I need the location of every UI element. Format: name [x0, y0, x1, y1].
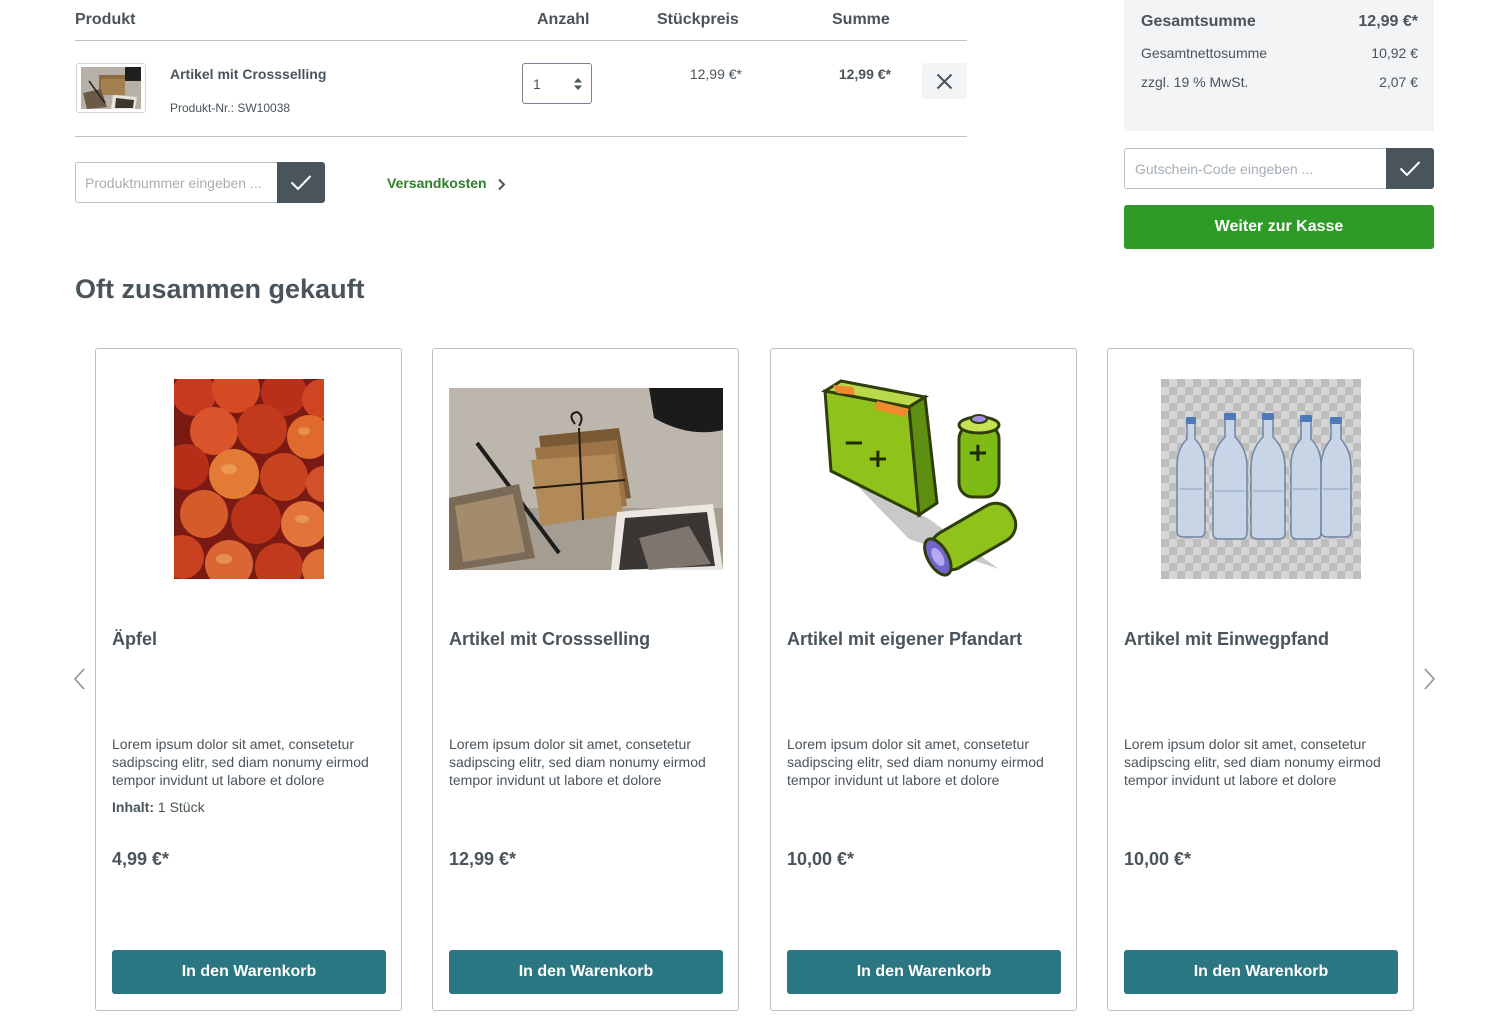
- product-description: Lorem ipsum dolor sit amet, consetetur s…: [449, 736, 706, 788]
- add-to-cart-button[interactable]: In den Warenkorb: [787, 950, 1061, 994]
- close-icon: [936, 73, 953, 90]
- cart-table-header: Produkt Anzahl Stückpreis Summe: [75, 0, 967, 41]
- product-description: Lorem ipsum dolor sit amet, consetetur s…: [1124, 736, 1381, 788]
- add-to-cart-button[interactable]: In den Warenkorb: [1124, 950, 1398, 994]
- checkout-button[interactable]: Weiter zur Kasse: [1124, 205, 1434, 249]
- svg-text:+: +: [967, 438, 989, 468]
- summary-total-value: 12,99 €*: [1358, 13, 1418, 30]
- svg-text:+: +: [867, 444, 889, 474]
- water-bottles-image: [1161, 378, 1361, 579]
- product-description: Lorem ipsum dolor sit amet, consetetur s…: [112, 736, 369, 788]
- product-image[interactable]: [1124, 378, 1398, 579]
- product-card: Artikel mit Crossselling Lorem ipsum dol…: [432, 348, 739, 1011]
- chevron-left-icon[interactable]: [72, 667, 88, 691]
- cart-item-total: 12,99 €*: [838, 66, 891, 82]
- cart-item-sku: Produkt-Nr.: SW10038: [170, 101, 291, 115]
- vintage-photos-image: [81, 67, 141, 109]
- cart-item-unit-price: 12,99 €*: [689, 66, 742, 82]
- product-name[interactable]: Artikel mit Crossselling: [449, 629, 650, 650]
- apples-image: [174, 378, 324, 579]
- checkmark-icon: [1399, 161, 1421, 177]
- svg-text:−: −: [843, 428, 865, 458]
- add-to-cart-button[interactable]: In den Warenkorb: [112, 950, 386, 994]
- header-product: Produkt: [75, 11, 136, 28]
- product-price: 10,00 €*: [1124, 849, 1192, 869]
- product-image[interactable]: [449, 378, 723, 579]
- cart-line-item: Artikel mit Crossselling Produkt-Nr.: SW…: [75, 41, 967, 137]
- header-unit-price: Stückpreis: [657, 11, 739, 28]
- product-card: Artikel mit Einwegpfand Lorem ipsum dolo…: [1107, 348, 1414, 1011]
- cart-summary: Gesamtsumme 12,99 €* Gesamtnettosumme 10…: [1124, 0, 1434, 131]
- product-number-input[interactable]: [75, 162, 278, 203]
- product-image[interactable]: − + +: [787, 378, 1061, 579]
- summary-total-label: Gesamtsumme: [1141, 13, 1256, 30]
- product-content: Inhalt: 1 Stück: [112, 799, 205, 815]
- remove-item-button[interactable]: [922, 63, 967, 99]
- checkmark-icon: [290, 175, 312, 191]
- product-price: 10,00 €*: [787, 849, 855, 869]
- quantity-select[interactable]: 1: [522, 63, 592, 104]
- product-name[interactable]: Artikel mit eigener Pfandart: [787, 629, 1022, 650]
- product-image[interactable]: [112, 378, 386, 579]
- summary-net-value: 10,92 €: [1371, 45, 1418, 61]
- add-product-submit-button[interactable]: [277, 162, 325, 203]
- add-to-cart-button[interactable]: In den Warenkorb: [449, 950, 723, 994]
- header-total: Summe: [832, 11, 890, 28]
- sort-arrows-icon: [574, 78, 582, 90]
- cart-item-thumbnail[interactable]: [76, 63, 146, 113]
- cross-selling-title: Oft zusammen gekauft: [75, 274, 365, 304]
- cart-item-name[interactable]: Artikel mit Crossselling: [170, 66, 326, 82]
- quantity-value: 1: [533, 76, 541, 92]
- summary-tax-value: 2,07 €: [1379, 74, 1418, 90]
- content-value: 1 Stück: [157, 799, 205, 815]
- product-card: − + + Artikel mit eigener Pfandart Lorem…: [770, 348, 1077, 1011]
- batteries-image: − + +: [820, 378, 1018, 577]
- content-label: Inhalt:: [112, 799, 154, 815]
- chevron-right-icon[interactable]: [1421, 667, 1437, 691]
- voucher-code-input[interactable]: [1124, 148, 1387, 189]
- add-product-by-number: [75, 162, 325, 203]
- product-name[interactable]: Artikel mit Einwegpfand: [1124, 629, 1329, 650]
- product-name[interactable]: Äpfel: [112, 629, 157, 650]
- product-price: 12,99 €*: [449, 849, 517, 869]
- chevron-right-icon[interactable]: [497, 178, 506, 191]
- voucher-submit-button[interactable]: [1386, 148, 1434, 189]
- product-price: 4,99 €*: [112, 849, 170, 869]
- summary-tax-label: zzgl. 19 % MwSt.: [1141, 74, 1249, 90]
- product-description: Lorem ipsum dolor sit amet, consetetur s…: [787, 736, 1044, 788]
- voucher-form: [1124, 148, 1434, 189]
- summary-net-label: Gesamtnettosumme: [1141, 45, 1268, 61]
- vintage-photos-image: [449, 387, 723, 570]
- product-card: Äpfel Lorem ipsum dolor sit amet, conset…: [95, 348, 402, 1011]
- shipping-costs-link[interactable]: Versandkosten: [387, 175, 487, 191]
- header-quantity: Anzahl: [537, 11, 590, 28]
